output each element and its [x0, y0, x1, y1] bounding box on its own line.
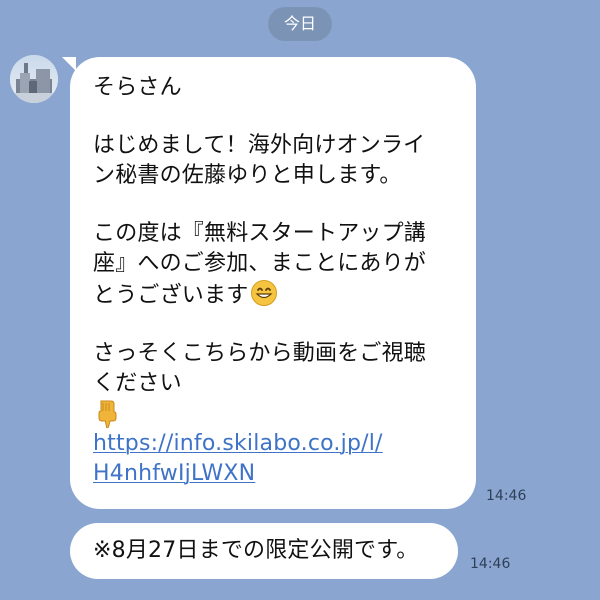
- message-gap: [93, 191, 453, 219]
- message-link-line-2: H4nhfwIjLWXN: [93, 461, 256, 486]
- message-time-1: 14:46: [486, 488, 527, 504]
- message-bubble-2[interactable]: ※8月27日までの限定公開です。: [70, 523, 458, 579]
- message-line-10: さっそくこちらから動画をご視聴: [93, 341, 427, 366]
- message-line-3: はじめまして！海外向けオンライ: [93, 133, 426, 158]
- message-text-1: そらさん はじめまして！海外向けオンライ ン秘書の佐藤ゆりと申します。 この度は…: [93, 73, 453, 489]
- message-link[interactable]: https://info.skilabo.co.jp/l/: [93, 429, 453, 459]
- message-line-11: ください: [93, 371, 182, 396]
- message-text-2: ※8月27日までの限定公開です。: [93, 538, 419, 563]
- message-link-line-1: https://info.skilabo.co.jp/l/: [93, 431, 383, 456]
- message-line-8-text: とうございます: [93, 283, 249, 308]
- message-line-4: ン秘書の佐藤ゆりと申します。: [93, 163, 402, 188]
- message-time-2: 14:46: [470, 556, 511, 572]
- message-tail-icon: [62, 57, 76, 71]
- message-link[interactable]: H4nhfwIjLWXN: [93, 459, 453, 489]
- message-line-8: とうございます: [93, 279, 453, 311]
- message-line-6: この度は『無料スタートアップ講: [93, 221, 427, 246]
- avatar-photo-icon: [10, 55, 58, 103]
- message-bubble-1[interactable]: そらさん はじめまして！海外向けオンライ ン秘書の佐藤ゆりと申します。 この度は…: [70, 57, 476, 509]
- message-gap: [93, 103, 453, 131]
- message-line-1: そらさん: [93, 75, 182, 100]
- date-label: 今日: [268, 7, 332, 41]
- pointing-down-icon: [98, 400, 117, 429]
- grinning-face-icon: [251, 280, 278, 306]
- message-gap: [93, 311, 453, 339]
- message-line-7: 座』へのご参加、まことにありが: [93, 251, 427, 276]
- sender-avatar[interactable]: [10, 55, 58, 103]
